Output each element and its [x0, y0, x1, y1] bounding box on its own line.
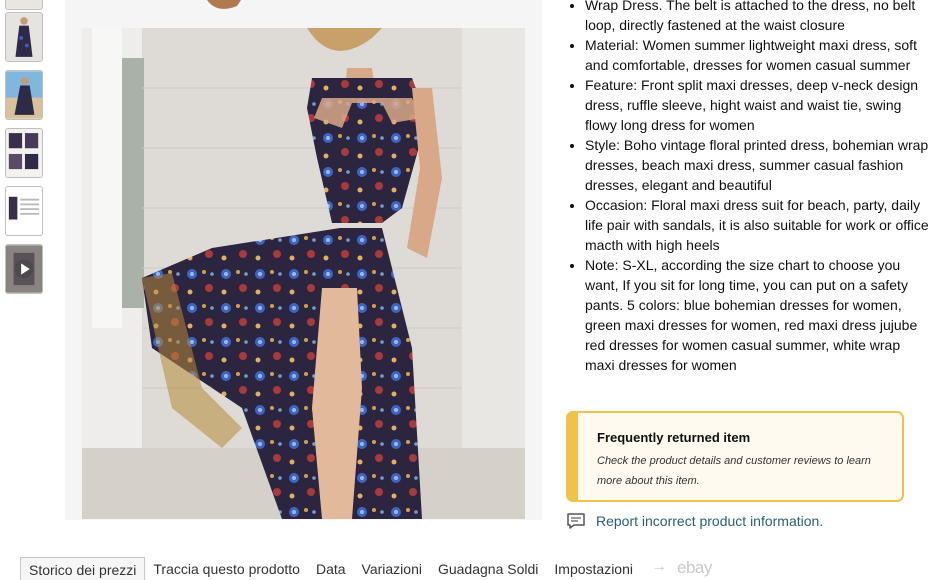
thumb-dress-details[interactable]: [5, 128, 43, 178]
thumb-dress-partial[interactable]: [5, 0, 43, 10]
main-product-image[interactable]: [82, 28, 525, 519]
feedback-icon: [566, 511, 586, 531]
report-link[interactable]: Report incorrect product information.: [596, 513, 823, 529]
image-top-strip: [65, 0, 542, 18]
feature-bullet: Style: Boho vintage floral printed dress…: [585, 135, 930, 195]
product-feature-bullets: Wrap Dress. The belt is attached to the …: [566, 0, 930, 375]
feature-bullet: Wrap Dress. The belt is attached to the …: [585, 0, 930, 35]
returned-description: Check the product details and customer r…: [597, 455, 871, 487]
report-incorrect-info[interactable]: Report incorrect product information.: [566, 511, 823, 531]
arrow-right-icon: →: [650, 558, 667, 575]
feature-bullet: Material: Women summer lightweight maxi …: [585, 35, 930, 75]
thumb-dress-full[interactable]: [5, 12, 43, 62]
frequently-returned-alert: Frequently returned item Check the produ…: [566, 411, 904, 502]
feature-bullet: Occasion: Floral maxi dress suit for bea…: [585, 195, 930, 255]
thumb-dress-beach[interactable]: [5, 70, 43, 120]
feature-bullet: Feature: Front split maxi dresses, deep …: [585, 75, 930, 135]
tab-price-history[interactable]: Storico dei prezzi: [20, 557, 146, 580]
feature-bullet: Note: S-XL, according the size chart to …: [585, 255, 930, 375]
thumb-video[interactable]: [5, 244, 43, 294]
thumb-size-chart[interactable]: [5, 186, 43, 236]
returned-title: Frequently returned item: [597, 430, 751, 445]
ebay-link[interactable]: ebay: [677, 557, 712, 578]
